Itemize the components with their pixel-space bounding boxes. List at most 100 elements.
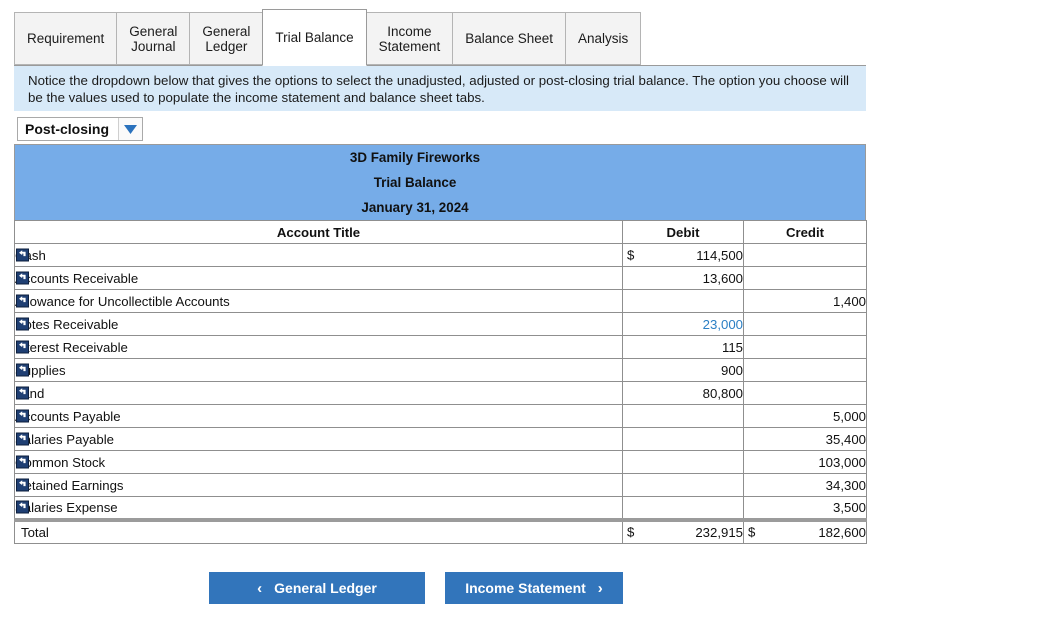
- account-title-cell: Cash: [15, 244, 623, 267]
- table-header: Account Title Debit Credit: [15, 221, 867, 244]
- report-period-date: January 31, 2024: [0, 195, 844, 220]
- previous-button-label: General Ledger: [274, 580, 377, 596]
- account-title-cell: Accounts Receivable: [15, 267, 623, 290]
- table-header-row: Account Title Debit Credit: [15, 221, 867, 244]
- trial-balance-screen: RequirementGeneral JournalGeneral Ledger…: [0, 0, 1058, 640]
- debit-amount-cell: 23,000: [623, 313, 744, 336]
- tab-general-ledger[interactable]: General Ledger: [189, 12, 263, 65]
- report-statement-name: Trial Balance: [0, 170, 844, 195]
- debit-amount-cell: [623, 474, 744, 497]
- account-title-cell: Notes Receivable: [15, 313, 623, 336]
- debit-amount-cell: [623, 451, 744, 474]
- notice-banner: Notice the dropdown below that gives the…: [14, 66, 866, 111]
- trial-balance-table: Account Title Debit Credit Cash$114,500A…: [14, 220, 867, 544]
- credit-amount-cell: [744, 359, 867, 382]
- credit-amount-value: 3,500: [833, 500, 866, 515]
- credit-amount-value: 34,300: [826, 478, 866, 493]
- navigation-bar: ‹ General Ledger Income Statement ›: [0, 572, 832, 604]
- total-debit-cell: $232,915: [623, 520, 744, 544]
- account-title-label: Accounts Receivable: [15, 271, 138, 286]
- account-title-cell: Retained Earnings: [15, 474, 623, 497]
- table-row: Notes Receivable 23,000: [15, 313, 867, 336]
- total-debit-value: 232,915: [695, 525, 743, 540]
- tab-balance-sheet[interactable]: Balance Sheet: [452, 12, 566, 65]
- column-header-debit: Debit: [623, 221, 744, 244]
- account-title-cell: Accounts Payable: [15, 405, 623, 428]
- total-credit-cell: $182,600: [744, 520, 867, 544]
- total-credit-currency-symbol: $: [748, 525, 755, 540]
- total-debit-currency-symbol: $: [627, 525, 634, 540]
- account-title-label: Interest Receivable: [15, 340, 128, 355]
- table-body: Cash$114,500Accounts Receivable13,600All…: [15, 244, 867, 544]
- debit-amount-value: 13,600: [703, 271, 743, 286]
- chevron-down-icon[interactable]: [118, 118, 142, 140]
- account-title-cell: Common Stock: [15, 451, 623, 474]
- column-header-credit: Credit: [744, 221, 867, 244]
- tab-general-journal[interactable]: General Journal: [116, 12, 190, 65]
- credit-amount-value: 103,000: [818, 455, 866, 470]
- debit-amount-value: 900: [721, 363, 743, 378]
- credit-amount-cell: [744, 382, 867, 405]
- account-title-label: Accounts Payable: [15, 409, 121, 424]
- table-row: Allowance for Uncollectible Accounts 1,40…: [15, 290, 867, 313]
- debit-amount-cell: [623, 290, 744, 313]
- column-header-account-title: Account Title: [15, 221, 623, 244]
- credit-amount-cell: 34,300: [744, 474, 867, 497]
- account-title-cell: Salaries Expense: [15, 497, 623, 520]
- table-row: Supplies 900: [15, 359, 867, 382]
- table-row: Interest Receivable 115: [15, 336, 867, 359]
- credit-amount-cell: [744, 244, 867, 267]
- table-row: Accounts Receivable 13,600: [15, 267, 867, 290]
- credit-amount-value: 1,400: [833, 294, 866, 309]
- debit-amount-cell: $114,500: [623, 244, 744, 267]
- credit-amount-value: 5,000: [833, 409, 866, 424]
- debit-amount-cell: [623, 428, 744, 451]
- tab-income-statement[interactable]: Income Statement: [366, 12, 454, 65]
- account-title-cell: Supplies: [15, 359, 623, 382]
- notice-text: Notice the dropdown below that gives the…: [28, 73, 849, 105]
- credit-amount-cell: [744, 267, 867, 290]
- total-row: Total$232,915$182,600: [15, 520, 867, 544]
- debit-amount-value: 23,000: [703, 317, 743, 332]
- credit-amount-cell: 5,000: [744, 405, 867, 428]
- next-income-statement-button[interactable]: Income Statement ›: [445, 572, 623, 604]
- credit-amount-cell: 35,400: [744, 428, 867, 451]
- credit-amount-cell: 1,400: [744, 290, 867, 313]
- account-title-cell: Allowance for Uncollectible Accounts: [15, 290, 623, 313]
- total-label-cell: Total: [15, 520, 623, 544]
- account-title-cell: Land: [15, 382, 623, 405]
- dropdown-selected-value: Post-closing: [18, 118, 118, 140]
- trial-balance-report: 3D Family Fireworks Trial Balance Januar…: [14, 144, 866, 544]
- account-title-label: Salaries Expense: [15, 500, 118, 515]
- debit-amount-cell: [623, 405, 744, 428]
- debit-amount-value: 80,800: [703, 386, 743, 401]
- tab-strip: RequirementGeneral JournalGeneral Ledger…: [14, 8, 866, 66]
- account-title-cell: Salaries Payable: [15, 428, 623, 451]
- debit-currency-symbol: $: [627, 248, 634, 263]
- table-row: Retained Earnings 34,300: [15, 474, 867, 497]
- account-title-label: Notes Receivable: [15, 317, 118, 332]
- debit-amount-cell: [623, 497, 744, 520]
- tab-trial-balance[interactable]: Trial Balance: [262, 9, 366, 66]
- table-row: Common Stock 103,000: [15, 451, 867, 474]
- debit-amount-cell: 80,800: [623, 382, 744, 405]
- credit-amount-cell: 103,000: [744, 451, 867, 474]
- table-row: Cash$114,500: [15, 244, 867, 267]
- report-company-name: 3D Family Fireworks: [0, 145, 844, 170]
- account-title-label: Allowance for Uncollectible Accounts: [15, 294, 230, 309]
- debit-amount-value: 114,500: [696, 248, 743, 263]
- debit-amount-cell: 900: [623, 359, 744, 382]
- credit-amount-cell: [744, 336, 867, 359]
- previous-general-ledger-button[interactable]: ‹ General Ledger: [209, 572, 425, 604]
- account-title-label: Retained Earnings: [15, 478, 124, 493]
- tab-requirement[interactable]: Requirement: [14, 12, 117, 65]
- credit-amount-value: 35,400: [826, 432, 866, 447]
- chevron-left-icon: ‹: [257, 581, 262, 596]
- table-row: Land 80,800: [15, 382, 867, 405]
- trial-balance-type-dropdown[interactable]: Post-closing: [17, 117, 143, 141]
- credit-amount-cell: 3,500: [744, 497, 867, 520]
- tab-analysis[interactable]: Analysis: [565, 12, 641, 65]
- chevron-right-icon: ›: [598, 581, 603, 596]
- total-credit-value: 182,600: [818, 525, 866, 540]
- debit-amount-value: 115: [722, 340, 743, 355]
